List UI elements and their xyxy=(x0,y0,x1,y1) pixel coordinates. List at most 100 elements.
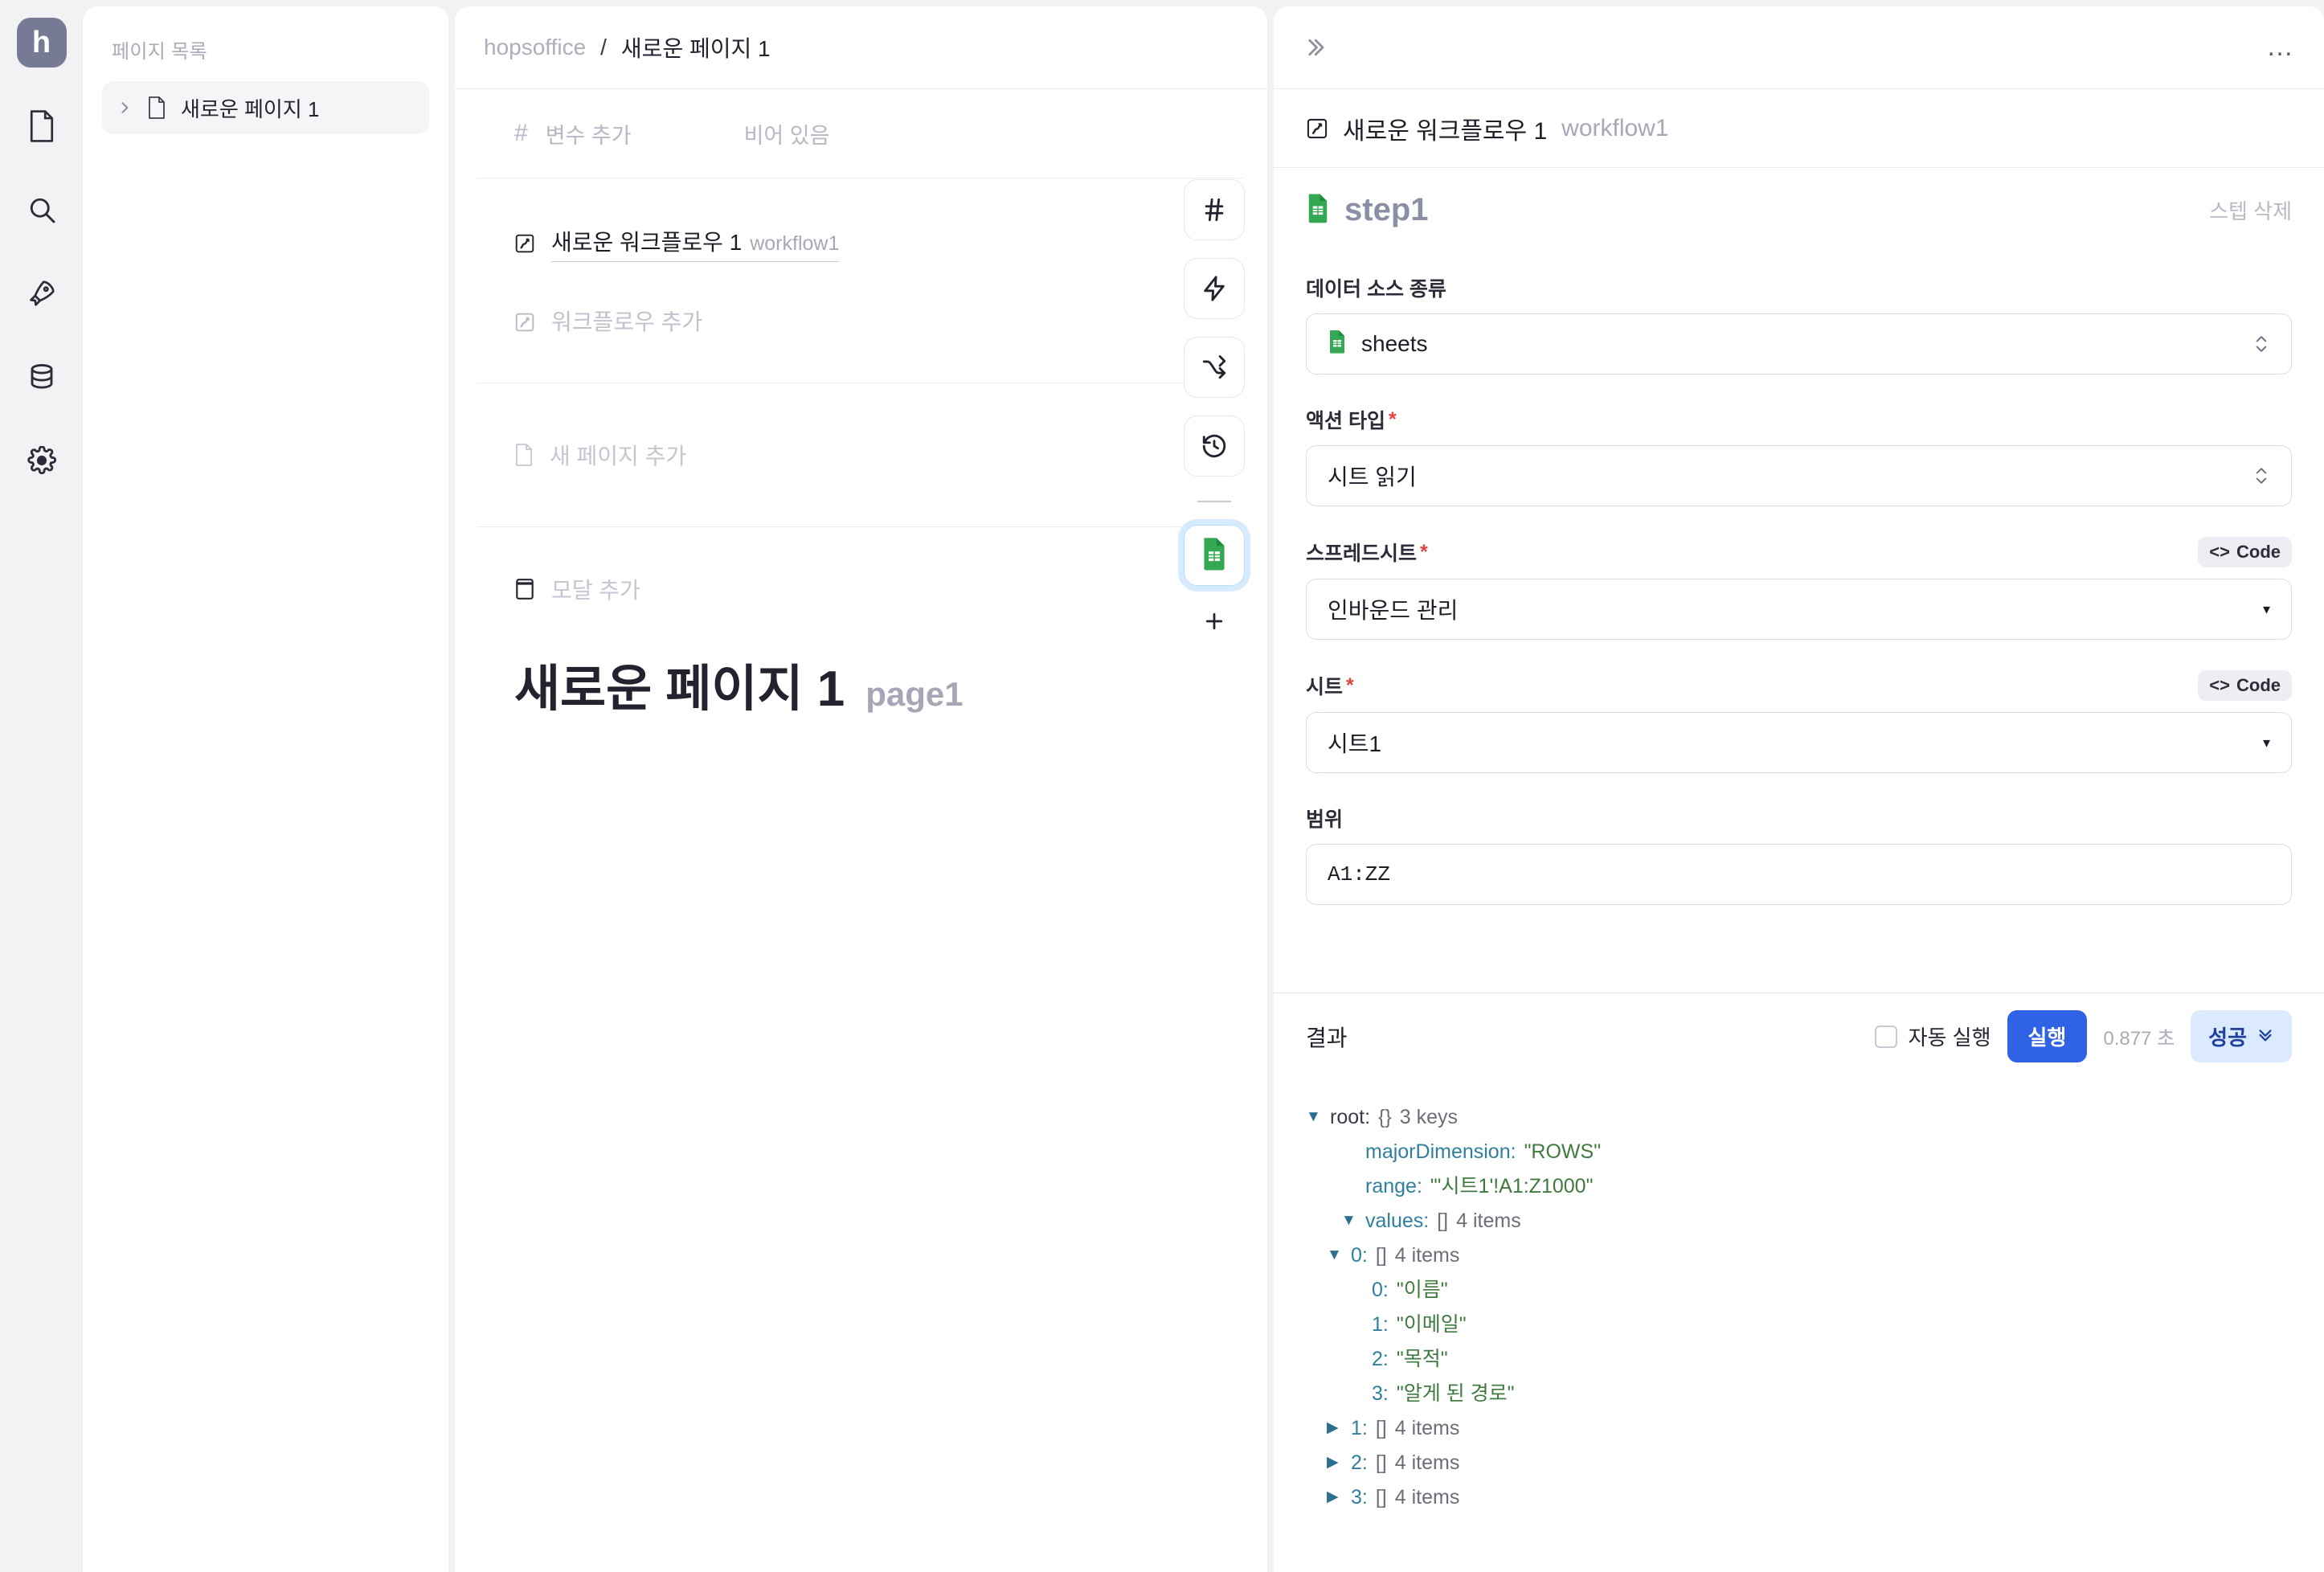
triangle-right-icon[interactable]: ▶ xyxy=(1327,1450,1343,1476)
chevron-down-icon[interactable]: ▾ xyxy=(2263,601,2270,618)
workflow-slug: workflow1 xyxy=(750,232,840,255)
branch-button[interactable] xyxy=(1184,337,1245,398)
tree-node-value: "이메일" xyxy=(1396,1313,1467,1336)
rail-item-pages[interactable] xyxy=(17,101,67,151)
data-source-type-select[interactable]: sheets xyxy=(1306,313,2292,375)
chevron-updown-icon[interactable] xyxy=(2252,464,2270,488)
tree-node-brace: {} xyxy=(1378,1106,1392,1128)
sheets-step-button[interactable] xyxy=(1184,525,1245,586)
triangle-down-icon[interactable]: ▼ xyxy=(1327,1242,1343,1269)
tree-node-brace: [] xyxy=(1375,1451,1387,1474)
rail-item-database[interactable] xyxy=(17,352,67,402)
action-type-select[interactable]: 시트 읽기 xyxy=(1306,445,2292,506)
page-title-text: 새로운 페이지 1 xyxy=(514,661,845,717)
tree-node: ▼0:"이름" xyxy=(1306,1273,2292,1308)
triangle-right-icon[interactable]: ▶ xyxy=(1327,1484,1343,1511)
rail-item-settings[interactable] xyxy=(17,436,67,485)
tree-node[interactable]: ▼ values: [] 4 items xyxy=(1306,1204,2292,1238)
tree-node-key: 1: xyxy=(1372,1313,1389,1336)
tree-node-brace: [] xyxy=(1375,1244,1387,1267)
sheet-code-toggle[interactable]: <> Code xyxy=(2198,670,2292,701)
triangle-down-icon[interactable]: ▼ xyxy=(1341,1208,1357,1234)
tree-node-key: 3: xyxy=(1351,1486,1368,1509)
status-badge-label: 성공 xyxy=(2208,1025,2247,1050)
spreadsheet-select[interactable]: 인바운드 관리 ▾ xyxy=(1306,579,2292,640)
add-step-button[interactable] xyxy=(1184,604,1245,639)
result-json-tree: ▼ root: {} 3 keys ▼ majorDimension: "ROWS" ▼ ran… xyxy=(1274,1079,2324,1572)
inspector-topbar: … xyxy=(1274,6,2324,89)
more-options-icon[interactable]: … xyxy=(2266,34,2295,60)
rail-item-search[interactable] xyxy=(17,185,67,235)
page-list-item[interactable]: 새로운 페이지 1 xyxy=(102,81,429,134)
document-icon xyxy=(28,110,55,142)
code-label: Code xyxy=(2236,675,2281,695)
workflow-icon xyxy=(1306,117,1328,140)
workflow-block: 새로운 워크플로우 1 workflow1 워크플로우 추가 xyxy=(477,178,1245,383)
tree-node-key: 2: xyxy=(1351,1451,1368,1474)
field-label-text: 시트 xyxy=(1306,676,1344,698)
modal-add-row[interactable]: 모달 추가 xyxy=(514,553,1208,625)
inspector-workflow-name: 새로운 워크플로우 1 xyxy=(1343,117,1548,145)
sheet-select[interactable]: 시트1 ▾ xyxy=(1306,712,2292,773)
tree-node-count: 3 keys xyxy=(1399,1106,1458,1128)
step-header: step1 스텝 삭제 xyxy=(1306,192,2292,228)
chevron-down-icon[interactable]: ▾ xyxy=(2263,735,2270,751)
field-label-text: 스프레드시트 xyxy=(1306,542,1418,565)
field-action-type: 액션 타입 * 시트 읽기 xyxy=(1306,405,2292,506)
canvas-area: # 변수 추가 비어 있음 새로운 워크플로우 1 workflow1 워크플로… xyxy=(455,89,1267,1572)
page-add-block: 새 페이지 추가 xyxy=(477,383,1245,526)
select-value-wrap: 시트 읽기 xyxy=(1328,460,1417,492)
rail-item-deploy[interactable] xyxy=(17,268,67,318)
results-title: 결과 xyxy=(1306,1025,1348,1050)
search-icon xyxy=(27,195,56,224)
app-logo[interactable]: h xyxy=(16,18,67,68)
variable-hash-button[interactable] xyxy=(1184,179,1245,240)
select-value-wrap: 시트1 xyxy=(1328,727,1381,759)
action-bolt-button[interactable] xyxy=(1184,258,1245,319)
tree-node-key: 1: xyxy=(1351,1417,1368,1439)
action-type-value: 시트 읽기 xyxy=(1328,465,1417,489)
tree-node-key: majorDimension: xyxy=(1365,1140,1516,1163)
sheets-icon xyxy=(1328,330,1347,359)
page-add-row[interactable]: 새 페이지 추가 xyxy=(514,420,1208,489)
variable-add-row[interactable]: # 변수 추가 비어 있음 xyxy=(514,89,1208,178)
tree-node: ▼majorDimension:"ROWS" xyxy=(1306,1135,2292,1169)
required-asterisk: * xyxy=(1388,407,1397,431)
tree-node[interactable]: ▼ root: {} 3 keys xyxy=(1306,1100,2292,1135)
field-spreadsheet: 스프레드시트 * <> Code 인바운드 관리 ▾ xyxy=(1306,537,2292,640)
workflow-add-row[interactable]: 워크플로우 추가 xyxy=(514,291,1208,354)
results-toolbar: 결과 자동 실행 실행 0.877 초 성공 xyxy=(1274,993,2324,1079)
run-button[interactable]: 실행 xyxy=(2007,1010,2088,1062)
delete-step-button[interactable]: 스텝 삭제 xyxy=(2209,195,2292,225)
tree-node[interactable]: ▶ 1: [] 4 items xyxy=(1306,1411,2292,1446)
triangle-right-icon[interactable]: ▶ xyxy=(1327,1415,1343,1442)
tree-node-key: range: xyxy=(1365,1175,1422,1197)
chevron-right-icon[interactable] xyxy=(117,100,133,116)
breadcrumb-root[interactable]: hopsoffice xyxy=(484,35,586,60)
page-add-label: 새 페이지 추가 xyxy=(550,444,687,469)
spreadsheet-code-toggle[interactable]: <> Code xyxy=(2198,537,2292,567)
variable-add-label: 변수 추가 xyxy=(545,123,632,148)
sheets-icon xyxy=(1201,537,1228,575)
breadcrumb-current: 새로운 페이지 1 xyxy=(620,36,771,61)
field-label: 시트 * xyxy=(1306,671,1354,700)
tree-node[interactable]: ▶ 2: [] 4 items xyxy=(1306,1446,2292,1480)
page-title-slug: page1 xyxy=(865,675,964,713)
history-button[interactable] xyxy=(1184,416,1245,477)
collapse-panel-icon[interactable] xyxy=(1303,35,1327,59)
chevron-updown-icon[interactable] xyxy=(2252,332,2270,356)
auto-run-toggle[interactable]: 자동 실행 xyxy=(1874,1021,1991,1051)
workflow-row[interactable]: 새로운 워크플로우 1 workflow1 xyxy=(514,212,1208,275)
range-input[interactable]: A1:ZZ xyxy=(1306,844,2292,905)
field-sheet: 시트 * <> Code 시트1 ▾ xyxy=(1306,670,2292,773)
chevron-double-down-icon xyxy=(2256,1024,2274,1049)
auto-run-checkbox[interactable] xyxy=(1874,1025,1897,1048)
tree-node[interactable]: ▶ 3: [] 4 items xyxy=(1306,1480,2292,1515)
status-badge[interactable]: 성공 xyxy=(2191,1010,2292,1062)
modal-icon xyxy=(514,578,535,600)
triangle-down-icon[interactable]: ▼ xyxy=(1306,1104,1322,1131)
tree-node[interactable]: ▼ 0: [] 4 items xyxy=(1306,1238,2292,1273)
center-panel: hopsoffice / 새로운 페이지 1 # 변수 추가 비어 있음 새로운… xyxy=(455,6,1267,1572)
tree-node-brace: [] xyxy=(1437,1210,1449,1232)
range-value: A1:ZZ xyxy=(1328,862,1391,886)
